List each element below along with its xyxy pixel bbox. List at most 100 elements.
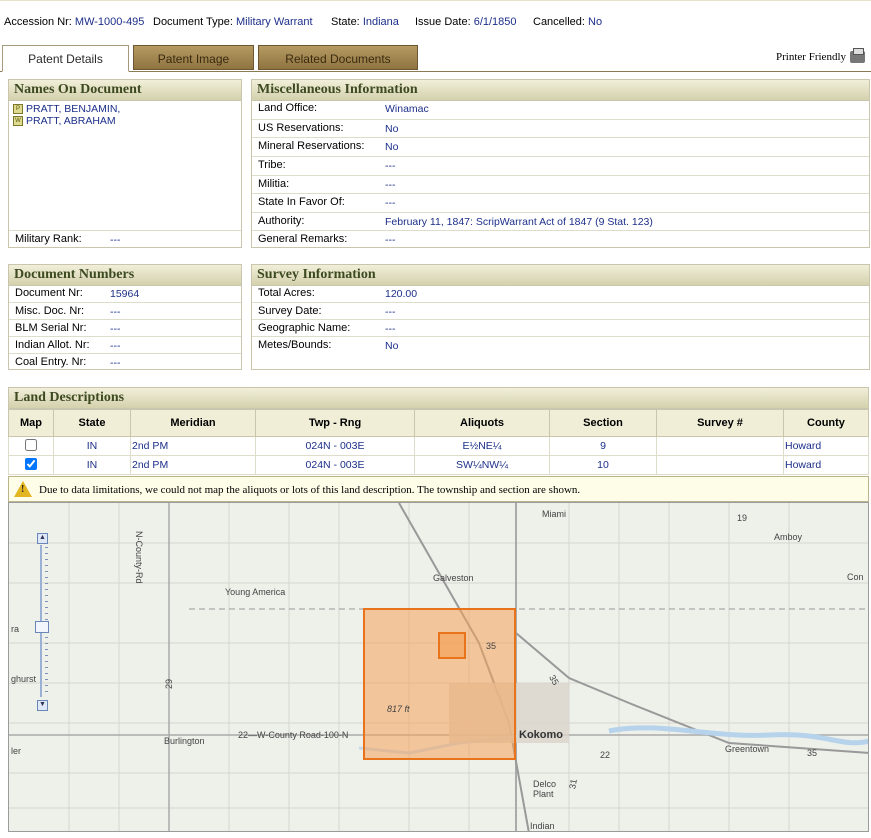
- survey-cell: [656, 436, 784, 456]
- meridian-cell: 2nd PM: [130, 436, 256, 456]
- row-value: No: [385, 340, 399, 352]
- zoom-in-icon[interactable]: ▲: [37, 533, 48, 544]
- indian-allot-row: Indian Allot. Nr: ---: [9, 336, 241, 354]
- printer-friendly-label: Printer Friendly: [776, 51, 846, 63]
- warning-icon: !: [14, 481, 32, 497]
- twp-cell: 024N - 003E: [255, 455, 415, 475]
- land-office-row: Land Office: Winamac: [252, 100, 869, 118]
- aliquots-cell: SW¼NW¼: [414, 455, 550, 475]
- row-value: No: [385, 141, 399, 153]
- map-label: Kokomo: [519, 729, 563, 741]
- row-value: 15964: [110, 288, 140, 300]
- map-label: Delco Plant: [533, 779, 557, 799]
- col-meridian: Meridian: [130, 409, 256, 437]
- names-panel-title: Names On Document: [9, 80, 241, 101]
- road-label: 22—W-County Road-100-N: [238, 730, 349, 740]
- map-label: Young America: [225, 587, 286, 597]
- map-label: ler: [11, 746, 22, 756]
- total-acres-row: Total Acres: 120.00: [252, 285, 869, 303]
- county-cell[interactable]: Howard: [783, 455, 869, 475]
- section-cell: 10: [549, 455, 657, 475]
- tab-related-documents[interactable]: Related Documents: [258, 45, 418, 70]
- misc-doc-nr-row: Misc. Doc. Nr: ---: [9, 302, 241, 320]
- row-label: Land Office:: [258, 102, 318, 114]
- document-numbers-panel: Document Numbers Document Nr: 15964 Misc.…: [8, 264, 242, 370]
- route-shield: 35: [807, 748, 818, 758]
- map-checkbox[interactable]: [25, 457, 37, 470]
- map-label: Con: [847, 572, 864, 582]
- map-label: Burlington: [164, 736, 205, 746]
- zoom-out-icon[interactable]: ▼: [37, 700, 48, 711]
- cancelled-field: Cancelled: No: [533, 16, 603, 28]
- col-county: County: [783, 409, 869, 437]
- row-value: ---: [385, 306, 396, 318]
- row-value: ---: [110, 323, 121, 335]
- geographic-name-row: Geographic Name: ---: [252, 319, 869, 337]
- metes-bounds-row: Metes/Bounds: No: [252, 336, 869, 354]
- zoom-slider[interactable]: ▲ ▼: [35, 533, 49, 711]
- name-link[interactable]: PRATT, ABRAHAM: [26, 115, 116, 127]
- tribe-row: Tribe: ---: [252, 156, 869, 174]
- section-highlight: [438, 632, 466, 659]
- authority-link[interactable]: February 11, 1847: ScripWarrant Act of 1…: [385, 216, 653, 228]
- map-checkbox[interactable]: [25, 438, 37, 451]
- meridian-cell: 2nd PM: [130, 455, 256, 475]
- map-label: ra: [11, 624, 20, 634]
- township-highlight: [363, 608, 516, 760]
- tab-bar: Patent Details Patent Image Related Docu…: [0, 44, 871, 72]
- aliquots-cell: E½NE¼: [414, 436, 550, 456]
- row-label: Tribe:: [258, 159, 286, 171]
- tab-patent-image[interactable]: Patent Image: [133, 45, 254, 70]
- document-numbers-title: Document Numbers: [9, 265, 241, 286]
- table-row: IN 2nd PM 024N - 003E SW¼NW¼ 10 Howard: [8, 455, 869, 475]
- land-descriptions-panel: Land Descriptions: [8, 387, 869, 409]
- col-aliquots: Aliquots: [414, 409, 550, 437]
- row-value: ---: [385, 197, 396, 209]
- section-cell: 9: [549, 436, 657, 456]
- map-label: Miami: [542, 509, 566, 519]
- row-label: State In Favor Of:: [258, 196, 345, 208]
- coal-entry-row: Coal Entry. Nr: ---: [9, 353, 241, 371]
- row-label: BLM Serial Nr:: [15, 322, 87, 334]
- name-entry: W PRATT, ABRAHAM: [9, 115, 241, 127]
- row-value: ---: [385, 179, 396, 191]
- row-label: Indian Allot. Nr:: [15, 339, 90, 351]
- row-label: Mineral Reservations:: [258, 140, 365, 152]
- printer-friendly-link[interactable]: Printer Friendly: [776, 48, 865, 64]
- elevation-label: 817 ft: [387, 704, 410, 714]
- doctype-field: Document Type: Military Warrant: [153, 16, 313, 28]
- map-label: Galveston: [433, 573, 474, 583]
- row-value: ---: [385, 323, 396, 335]
- document-nr-row: Document Nr: 15964: [9, 285, 241, 303]
- land-map[interactable]: Miami Galveston Young America Amboy Koko…: [8, 502, 869, 832]
- land-descriptions-title: Land Descriptions: [9, 388, 868, 409]
- route-shield: 22: [600, 750, 611, 760]
- row-label: US Reservations:: [258, 122, 344, 134]
- accession-field: Accession Nr: MW-1000-495: [4, 16, 145, 28]
- row-label: Document Nr:: [15, 287, 83, 299]
- map-checkbox-cell: [8, 436, 54, 456]
- row-label: Misc. Doc. Nr:: [15, 305, 85, 317]
- state-cell: IN: [53, 455, 131, 475]
- authority-row: Authority: February 11, 1847: ScripWarran…: [252, 212, 869, 230]
- map-label: Indian: [530, 821, 555, 831]
- military-rank-value: ---: [110, 234, 121, 246]
- row-label: Militia:: [258, 178, 290, 190]
- name-link[interactable]: PRATT, BENJAMIN,: [26, 103, 120, 115]
- row-label: Geographic Name:: [258, 322, 351, 334]
- row-label: Metes/Bounds:: [258, 339, 332, 351]
- county-cell[interactable]: Howard: [783, 436, 869, 456]
- survey-date-row: Survey Date: ---: [252, 302, 869, 320]
- row-label: Total Acres:: [258, 287, 315, 299]
- zoom-handle[interactable]: [35, 621, 49, 633]
- row-label: Coal Entry. Nr:: [15, 356, 87, 368]
- land-descriptions-table: Map State Meridian Twp - Rng Aliquots Se…: [8, 409, 869, 475]
- route-shield: 19: [737, 513, 748, 523]
- misc-panel: Miscellaneous Information Land Office: Wi…: [251, 79, 870, 248]
- map-checkbox-cell: [8, 455, 54, 475]
- road-label: N-County-Rd: [134, 531, 144, 584]
- survey-panel-title: Survey Information: [252, 265, 869, 286]
- data-limitations-notice: ! Due to data limitations, we could not …: [8, 476, 869, 502]
- row-label: Survey Date:: [258, 305, 322, 317]
- tab-patent-details[interactable]: Patent Details: [2, 45, 129, 72]
